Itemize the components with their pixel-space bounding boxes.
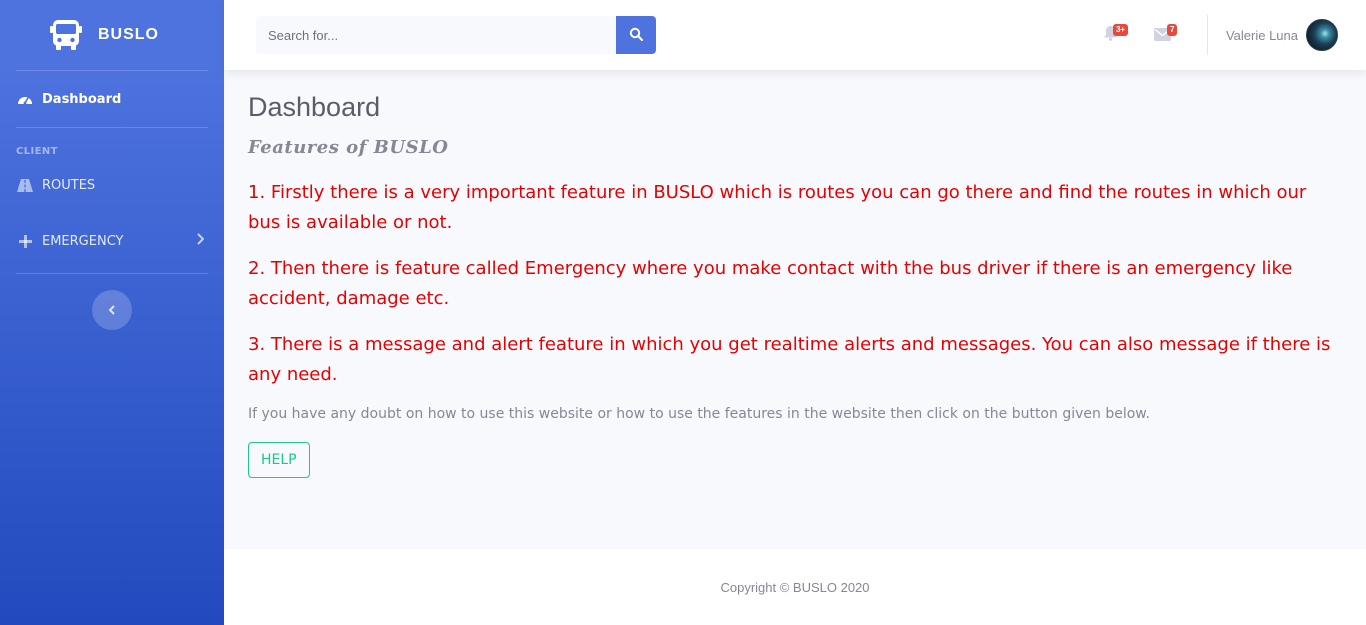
messages-dropdown[interactable]: 7: [1137, 0, 1189, 70]
app: BUSLO Dashboard CLIENT ROUTES EMERGENCY …: [0, 0, 1366, 625]
messages-badge: 7: [1166, 24, 1178, 36]
copyright-text: Copyright © BUSLO 2020: [720, 579, 870, 595]
search-form: [256, 16, 656, 54]
sidebar-toggle-button[interactable]: [92, 290, 132, 330]
user-dropdown[interactable]: Valerie Luna: [1226, 19, 1338, 51]
sidebar-brand[interactable]: BUSLO: [0, 0, 224, 70]
help-note: If you have any doubt on how to use this…: [248, 406, 1150, 422]
sidebar: BUSLO Dashboard CLIENT ROUTES EMERGENCY: [0, 0, 224, 625]
search-input[interactable]: [256, 16, 616, 54]
feature-item: 1. Firstly there is a very important fea…: [248, 182, 1307, 233]
bus-icon: [50, 18, 82, 52]
tachometer-icon: [16, 92, 34, 106]
footer: Copyright © BUSLO 2020: [224, 549, 1366, 625]
topbar-divider: [1206, 15, 1208, 55]
search-button[interactable]: [616, 16, 656, 54]
sidebar-item-label: EMERGENCY: [42, 233, 124, 249]
chevron-left-icon: [108, 301, 116, 320]
sidebar-item-label: ROUTES: [42, 177, 96, 193]
sidebar-item-emergency[interactable]: EMERGENCY: [0, 209, 224, 273]
feature-item: 3. There is a message and alert feature …: [248, 334, 1331, 385]
sidebar-item-dashboard[interactable]: Dashboard: [0, 71, 224, 127]
topbar: 3+ 7 Valerie Luna: [224, 0, 1366, 70]
help-button[interactable]: HELP: [248, 442, 310, 478]
alerts-dropdown[interactable]: 3+: [1085, 0, 1137, 70]
alerts-badge: 3+: [1112, 24, 1129, 36]
plus-icon: [16, 234, 34, 248]
sidebar-heading: CLIENT: [16, 146, 58, 157]
sidebar-item-label: Dashboard: [42, 91, 122, 107]
search-icon: [629, 27, 644, 44]
sidebar-divider: [16, 273, 208, 274]
sidebar-item-routes[interactable]: ROUTES: [0, 161, 224, 209]
content-wrapper: 3+ 7 Valerie Luna: [224, 0, 1366, 625]
features-heading: Features of BUSLO: [248, 137, 449, 158]
feature-item: 2. Then there is feature called Emergenc…: [248, 258, 1293, 309]
avatar: [1306, 19, 1338, 51]
page-title: Dashboard: [248, 92, 381, 122]
road-icon: [16, 178, 34, 192]
main-content: Dashboard Features of BUSLO 1. Firstly t…: [224, 70, 1366, 549]
chevron-right-icon: [196, 233, 205, 249]
user-name: Valerie Luna: [1225, 27, 1298, 43]
brand-name: BUSLO: [98, 26, 159, 43]
topbar-right: 3+ 7 Valerie Luna: [1085, 0, 1338, 70]
